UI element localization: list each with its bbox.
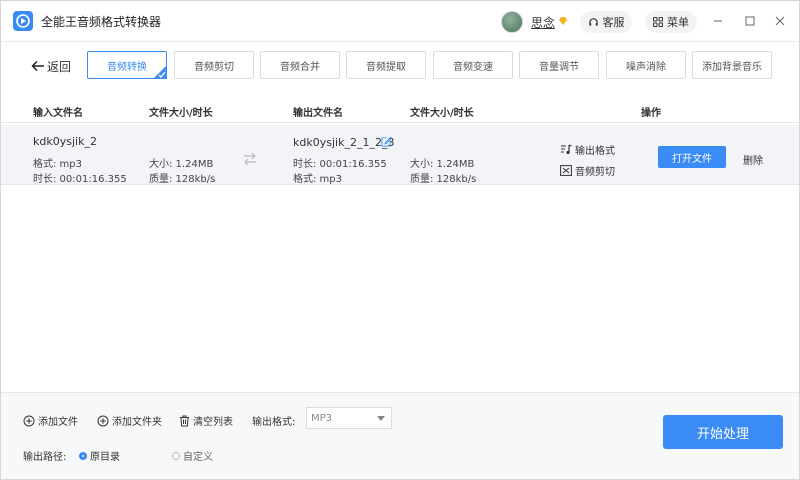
grid-menu-icon xyxy=(653,17,663,27)
app-logo-icon xyxy=(13,11,33,31)
path-custom-label: 自定义 xyxy=(183,452,213,463)
table-header: 输入文件名 文件大小/时长 输出文件名 文件大小/时长 操作 xyxy=(1,97,799,123)
customer-service-label: 客服 xyxy=(602,16,625,29)
output-size: 大小: 1.24MB xyxy=(410,159,475,170)
back-label: 返回 xyxy=(47,59,72,74)
output-format-action-label: 输出格式 xyxy=(575,146,615,157)
start-processing-button[interactable]: 开始处理 xyxy=(663,415,783,449)
input-format: 格式: mp3 xyxy=(33,159,82,170)
tab-label: 添加背景音乐 xyxy=(702,61,762,73)
customer-service-button[interactable]: 客服 xyxy=(580,11,632,33)
input-quality: 质量: 128kb/s xyxy=(149,174,216,185)
plus-circle-icon xyxy=(23,415,35,426)
tab-audio-extract[interactable]: 音频提取 xyxy=(346,51,426,79)
path-custom-radio[interactable]: 自定义 xyxy=(172,448,213,463)
tab-audio-cut[interactable]: 音频剪切 xyxy=(174,51,254,79)
output-duration: 时长: 00:01:16.355 xyxy=(293,159,387,170)
plus-circle-icon xyxy=(97,415,109,426)
header-input-size: 文件大小/时长 xyxy=(149,108,213,119)
app-title: 全能王音频格式转换器 xyxy=(41,15,162,29)
input-file-name: kdk0ysjik_2 xyxy=(33,135,97,148)
tab-label: 音频剪切 xyxy=(194,61,234,73)
tab-label: 音频变速 xyxy=(453,61,493,73)
arrow-left-icon xyxy=(31,60,44,72)
clear-list-button[interactable]: 清空列表 xyxy=(179,413,233,428)
clear-list-label: 清空列表 xyxy=(193,417,233,428)
vip-diamond-icon xyxy=(559,17,567,25)
radio-unchecked-icon xyxy=(172,451,180,460)
output-format-value: MP3 xyxy=(311,412,333,424)
tab-label: 噪声消除 xyxy=(626,61,666,73)
path-original-label: 原目录 xyxy=(90,452,120,463)
header-input-name: 输入文件名 xyxy=(33,108,83,119)
output-path-label: 输出路径: xyxy=(23,452,67,463)
tab-add-background-music[interactable]: 添加背景音乐 xyxy=(692,51,772,79)
menu-label: 菜单 xyxy=(667,16,689,29)
back-button[interactable]: 返回 xyxy=(31,57,71,75)
header-output-size: 文件大小/时长 xyxy=(410,108,474,119)
output-format: 格式: mp3 xyxy=(293,174,342,185)
scissors-icon xyxy=(560,165,572,176)
close-icon[interactable] xyxy=(773,14,787,28)
tab-label: 音频合并 xyxy=(280,61,320,73)
tab-noise-removal[interactable]: 噪声消除 xyxy=(606,51,686,79)
tab-audio-merge[interactable]: 音频合并 xyxy=(260,51,340,79)
trash-icon xyxy=(180,415,189,426)
tab-label: 音频转换 xyxy=(107,61,147,73)
tab-volume-adjust[interactable]: 音量调节 xyxy=(519,51,599,79)
output-quality: 质量: 128kb/s xyxy=(410,174,477,185)
delete-button[interactable]: 删除 xyxy=(743,152,763,167)
app-window: 全能王音频格式转换器 思念 客服 菜单 返回 音频转换 音频剪切 音频合并 音频… xyxy=(0,0,800,480)
menu-button[interactable]: 菜单 xyxy=(645,11,697,33)
audio-cut-button[interactable]: 音频剪切 xyxy=(560,163,615,178)
audio-cut-action-label: 音频剪切 xyxy=(575,167,615,178)
add-file-label: 添加文件 xyxy=(38,417,78,428)
input-size: 大小: 1.24MB xyxy=(149,159,214,170)
bottom-panel: 添加文件 添加文件夹 清空列表 输出格式: MP3 输出路径: 原目录 自定义 … xyxy=(1,392,799,479)
tab-label: 音量调节 xyxy=(539,61,579,73)
output-file-name: kdk0ysjik_2_1_2_3 xyxy=(293,136,395,149)
output-format-button[interactable]: 输出格式 xyxy=(560,142,615,157)
music-note-icon xyxy=(561,144,572,155)
headset-icon xyxy=(588,17,598,26)
output-format-label: 输出格式: xyxy=(252,417,296,428)
add-folder-button[interactable]: 添加文件夹 xyxy=(97,413,162,428)
swap-arrows-icon xyxy=(244,152,256,166)
path-original-radio[interactable]: 原目录 xyxy=(79,448,120,463)
title-bar: 全能王音频格式转换器 思念 客服 菜单 xyxy=(1,1,799,41)
chevron-down-icon xyxy=(377,416,385,421)
input-duration: 时长: 00:01:16.355 xyxy=(33,174,127,185)
edit-icon[interactable] xyxy=(381,136,392,147)
check-corner-icon xyxy=(153,65,167,79)
open-file-button[interactable]: 打开文件 xyxy=(658,146,726,168)
header-output-name: 输出文件名 xyxy=(293,108,343,119)
avatar[interactable] xyxy=(501,11,523,33)
username[interactable]: 思念 xyxy=(531,14,555,31)
output-format-select[interactable]: MP3 xyxy=(306,407,392,429)
header-actions: 操作 xyxy=(641,108,661,119)
tab-label: 音频提取 xyxy=(366,61,406,73)
tab-audio-speed[interactable]: 音频变速 xyxy=(433,51,513,79)
add-folder-label: 添加文件夹 xyxy=(112,417,162,428)
minimize-icon[interactable] xyxy=(711,14,725,28)
add-file-button[interactable]: 添加文件 xyxy=(23,413,78,428)
radio-checked-icon xyxy=(79,451,87,460)
title-divider xyxy=(1,41,799,42)
table-row[interactable]: kdk0ysjik_2 格式: mp3 时长: 00:01:16.355 大小:… xyxy=(1,125,799,185)
tab-audio-convert[interactable]: 音频转换 xyxy=(87,51,167,79)
maximize-icon[interactable] xyxy=(743,14,757,28)
